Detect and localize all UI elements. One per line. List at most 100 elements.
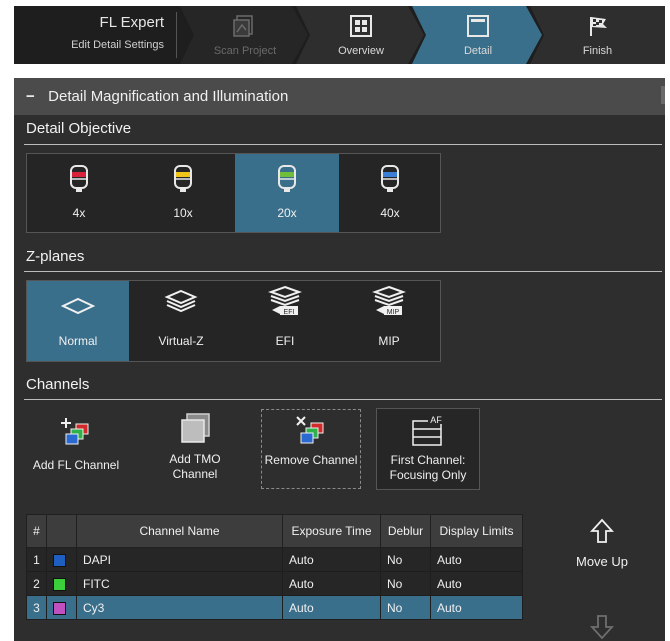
zplane-option-efi[interactable]: EFI EFI bbox=[233, 281, 337, 361]
detail-window-icon bbox=[467, 15, 489, 37]
channel-color-cell[interactable] bbox=[46, 547, 77, 572]
scan-project-icon bbox=[233, 15, 253, 37]
channel-color-swatch[interactable] bbox=[53, 577, 66, 591]
remove-channel-icon bbox=[296, 416, 324, 444]
objective-label: 10x bbox=[173, 206, 193, 220]
add-channel-icon bbox=[61, 418, 89, 445]
channel-color-cell[interactable] bbox=[46, 595, 77, 620]
column-header[interactable] bbox=[46, 514, 77, 548]
arrow-down-icon bbox=[590, 615, 614, 640]
section-title-objective: Detail Objective bbox=[26, 120, 132, 137]
channel-color-cell[interactable] bbox=[46, 571, 77, 596]
remove-channel-button[interactable]: Remove Channel bbox=[261, 409, 361, 489]
step-label: Overview bbox=[338, 45, 384, 57]
column-header[interactable]: Exposure Time bbox=[282, 514, 381, 548]
app-title-block: FL Expert Edit Detail Settings bbox=[14, 6, 172, 64]
section-divider bbox=[24, 144, 662, 145]
row-number: 1 bbox=[26, 547, 47, 572]
collapse-icon[interactable]: − bbox=[26, 78, 44, 115]
remove-channel-label: Remove Channel bbox=[264, 453, 358, 467]
wizard-bar: FL Expert Edit Detail Settings Scan Proj… bbox=[14, 6, 665, 64]
objective-label: 20x bbox=[277, 206, 297, 220]
step-overview[interactable]: Overview bbox=[296, 6, 426, 64]
display-limits-cell[interactable]: Auto bbox=[430, 547, 523, 572]
deblur-cell[interactable]: No bbox=[380, 595, 431, 620]
column-header[interactable]: Deblur bbox=[380, 514, 431, 548]
step-finish[interactable]: Finish bbox=[530, 6, 665, 64]
tmo-channel-icon bbox=[181, 413, 210, 443]
objective-label: 40x bbox=[380, 206, 400, 220]
stacked-planes-icon bbox=[164, 289, 198, 313]
mip-badge-text: MIP bbox=[387, 309, 400, 316]
deblur-cell[interactable]: No bbox=[380, 571, 431, 596]
channel-color-swatch[interactable] bbox=[53, 601, 66, 615]
add-tmo-channel-label: Add TMO Channel bbox=[169, 452, 221, 481]
step-scan-project[interactable]: Scan Project bbox=[180, 6, 310, 64]
channel-table: # Channel Name Exposure Time Deblur Disp… bbox=[26, 514, 523, 620]
channel-name-cell[interactable]: FITC bbox=[76, 571, 283, 596]
objective-selector: 4x 10x 20x 40x bbox=[26, 153, 441, 233]
panel-title: Detail Magnification and Illumination bbox=[48, 88, 289, 105]
display-limits-cell[interactable]: Auto bbox=[430, 595, 523, 620]
single-plane-icon bbox=[61, 297, 95, 315]
column-header[interactable]: Channel Name bbox=[76, 514, 283, 548]
objective-option-40x[interactable]: 40x bbox=[339, 154, 441, 232]
mip-stack-icon: MIP bbox=[372, 285, 406, 316]
overview-grid-icon bbox=[350, 15, 372, 37]
objective-option-10x[interactable]: 10x bbox=[131, 154, 235, 232]
step-label: Finish bbox=[582, 45, 613, 57]
autofocus-channel-icon: AF bbox=[412, 414, 445, 446]
zplane-label: EFI bbox=[275, 334, 295, 348]
zplane-option-mip[interactable]: MIP MIP bbox=[337, 281, 441, 361]
channel-color-swatch[interactable] bbox=[53, 553, 66, 567]
move-up-button[interactable]: Move Up bbox=[562, 518, 642, 574]
column-header[interactable]: # bbox=[26, 514, 47, 548]
zplane-label: Normal bbox=[58, 334, 98, 348]
channel-name-cell[interactable]: DAPI bbox=[76, 547, 283, 572]
efi-stack-icon: EFI bbox=[268, 285, 302, 316]
section-divider bbox=[24, 271, 662, 272]
step-detail[interactable]: Detail bbox=[412, 6, 544, 64]
section-title-channels: Channels bbox=[26, 376, 90, 393]
zplane-option-normal[interactable]: Normal bbox=[27, 281, 129, 361]
deblur-cell[interactable]: No bbox=[380, 547, 431, 572]
step-label: Detail bbox=[463, 45, 493, 57]
objective-option-20x[interactable]: 20x bbox=[235, 154, 339, 232]
objective-lens-icon bbox=[70, 165, 88, 192]
section-divider bbox=[24, 399, 662, 400]
step-label: Scan Project bbox=[213, 45, 277, 57]
objective-lens-icon bbox=[174, 165, 192, 192]
efi-badge-text: EFI bbox=[284, 309, 295, 316]
objective-label: 4x bbox=[72, 206, 86, 220]
column-header[interactable]: Display Limits bbox=[430, 514, 523, 548]
app-window: FL Expert Edit Detail Settings Scan Proj… bbox=[0, 0, 670, 641]
app-subtitle: Edit Detail Settings bbox=[71, 39, 164, 51]
table-row[interactable]: 3 Cy3 Auto No Auto bbox=[26, 595, 523, 620]
objective-option-4x[interactable]: 4x bbox=[27, 154, 131, 232]
af-badge-text: AF bbox=[430, 415, 442, 425]
add-tmo-channel-button[interactable]: Add TMO Channel bbox=[152, 408, 238, 490]
exposure-cell[interactable]: Auto bbox=[282, 547, 381, 572]
first-channel-focusing-only-button[interactable]: AF First Channel: Focusing Only bbox=[376, 408, 480, 490]
zplane-label: MIP bbox=[378, 334, 400, 348]
checkered-flag-icon bbox=[589, 17, 607, 36]
exposure-cell[interactable]: Auto bbox=[282, 571, 381, 596]
channel-name-cell[interactable]: Cy3 bbox=[76, 595, 283, 620]
app-name: FL Expert bbox=[99, 14, 164, 31]
zplane-label: Virtual-Z bbox=[158, 334, 204, 348]
display-limits-cell[interactable]: Auto bbox=[430, 571, 523, 596]
row-number: 2 bbox=[26, 571, 47, 596]
table-row[interactable]: 2 FITC Auto No Auto bbox=[26, 571, 523, 596]
scrollbar[interactable] bbox=[661, 86, 665, 104]
add-fl-channel-button[interactable]: Add FL Channel bbox=[26, 408, 126, 490]
table-row[interactable]: 1 DAPI Auto No Auto bbox=[26, 547, 523, 572]
table-header-row: # Channel Name Exposure Time Deblur Disp… bbox=[26, 514, 523, 548]
exposure-cell[interactable]: Auto bbox=[282, 595, 381, 620]
section-title-zplanes: Z-planes bbox=[26, 248, 85, 265]
zplane-option-virtual-z[interactable]: Virtual-Z bbox=[129, 281, 233, 361]
detail-settings-panel: − Detail Magnification and Illumination … bbox=[14, 78, 665, 641]
move-down-button[interactable] bbox=[562, 610, 642, 640]
panel-header[interactable]: − Detail Magnification and Illumination bbox=[14, 78, 665, 115]
row-number: 3 bbox=[26, 595, 47, 620]
add-fl-channel-label: Add FL Channel bbox=[32, 458, 120, 472]
